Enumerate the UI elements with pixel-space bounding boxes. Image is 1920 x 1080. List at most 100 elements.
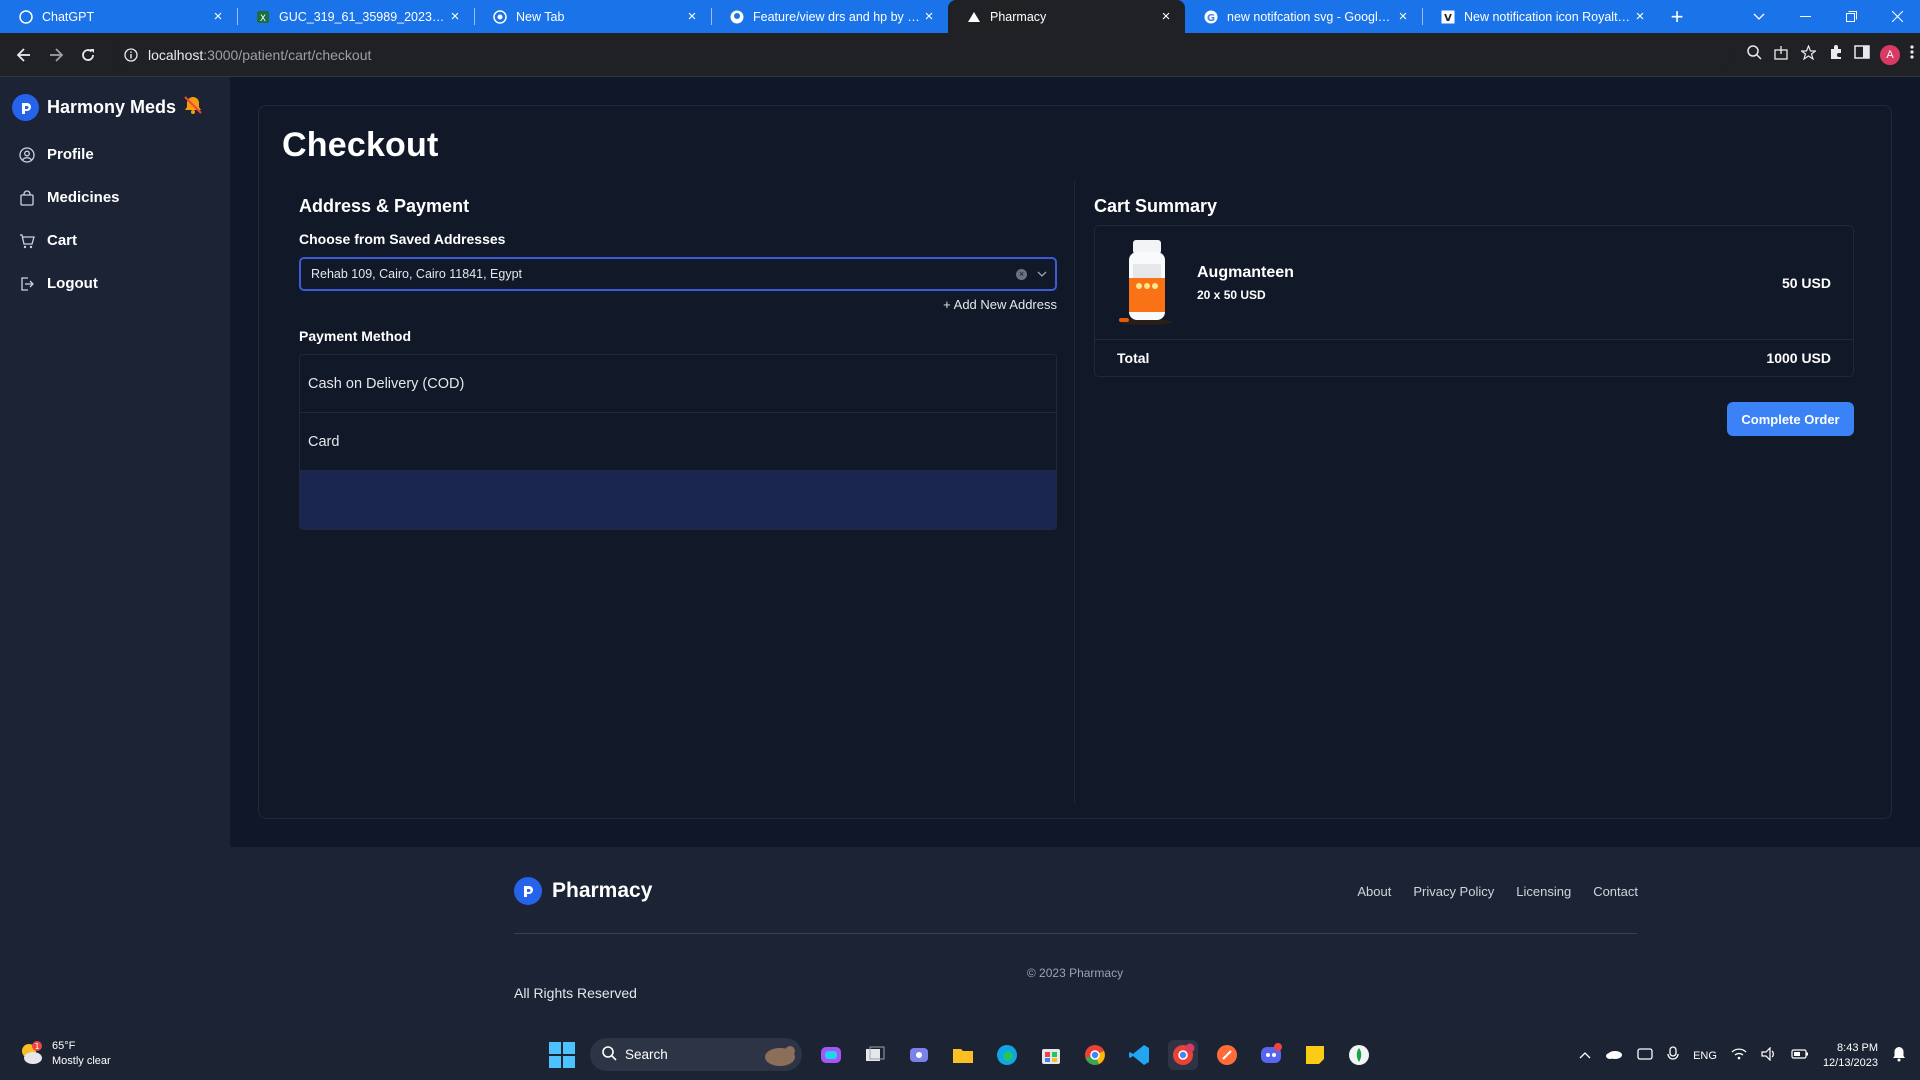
file-explorer-icon[interactable] [948, 1040, 978, 1070]
teams-icon[interactable] [904, 1040, 934, 1070]
sidebar-nav: Profile Medicines Cart Logout [18, 133, 120, 305]
close-tab-icon[interactable]: × [1631, 9, 1649, 24]
sidebar-item-medicines[interactable]: Medicines [18, 176, 120, 219]
onedrive-icon[interactable] [1605, 1048, 1623, 1063]
sticky-notes-icon[interactable] [1300, 1040, 1330, 1070]
user-circle-icon [18, 146, 36, 163]
sidebar-item-label: Profile [47, 146, 94, 163]
sync-icon[interactable] [1637, 1046, 1653, 1065]
sidebar-item-label: Medicines [47, 189, 120, 206]
tab-title: GUC_319_61_35989_2023-10-0 [279, 9, 446, 24]
volume-icon[interactable] [1761, 1046, 1777, 1064]
moon-cloud-icon: 1 [18, 1041, 44, 1067]
side-panel-icon[interactable] [1854, 44, 1870, 65]
notification-icon[interactable] [1892, 1046, 1906, 1065]
payment-option-selected[interactable] [300, 471, 1056, 529]
extensions-icon[interactable] [1828, 44, 1844, 65]
chrome-app-icon[interactable] [1080, 1040, 1110, 1070]
chevron-up-icon[interactable] [1579, 1050, 1591, 1062]
copilot-icon[interactable] [816, 1040, 846, 1070]
sidebar-brand[interactable]: Harmony Meds [12, 94, 204, 121]
total-value: 1000 USD [1766, 350, 1831, 366]
sidebar-item-logout[interactable]: Logout [18, 262, 120, 305]
browser-tab-active[interactable]: Pharmacy × [948, 0, 1185, 33]
checkout-panel: Checkout Address & Payment Choose from S… [258, 105, 1892, 819]
task-view-icon[interactable] [860, 1040, 890, 1070]
chrome-profile-icon[interactable] [1168, 1039, 1198, 1070]
taskbar-search[interactable]: Search [590, 1038, 802, 1071]
profile-avatar[interactable]: A [1880, 44, 1900, 65]
tab-title: ChatGPT [42, 9, 95, 24]
browser-tab[interactable]: Feature/view drs and hp by abc × [711, 0, 948, 33]
close-tab-icon[interactable]: × [1394, 9, 1412, 24]
footer-link-contact[interactable]: Contact [1593, 884, 1638, 899]
browser-tab[interactable]: X GUC_319_61_35989_2023-10-0 × [237, 0, 474, 33]
reload-icon[interactable] [72, 39, 104, 71]
tab-title: New notification icon Royalty F [1464, 9, 1631, 24]
new-tab-icon[interactable]: + [1659, 0, 1695, 33]
close-tab-icon[interactable]: × [683, 9, 701, 24]
add-new-address-link[interactable]: + Add New Address [299, 297, 1057, 312]
address-payment-section: Address & Payment Choose from Saved Addr… [299, 196, 1057, 530]
address-select[interactable]: Rehab 109, Cairo, Cairo 11841, Egypt × [299, 257, 1057, 291]
postman-icon[interactable] [1212, 1040, 1242, 1070]
browser-tab[interactable]: New Tab × [474, 0, 711, 33]
sidebar-item-cart[interactable]: Cart [18, 219, 120, 262]
edge-icon[interactable] [992, 1040, 1022, 1070]
sidebar-item-label: Cart [47, 232, 78, 249]
footer-link-about[interactable]: About [1357, 884, 1391, 899]
restore-icon[interactable] [1828, 0, 1874, 33]
close-tab-icon[interactable]: × [1157, 9, 1175, 24]
close-tab-icon[interactable]: × [920, 9, 938, 24]
footer-link-privacy[interactable]: Privacy Policy [1413, 884, 1494, 899]
payment-option-cod[interactable]: Cash on Delivery (COD) [300, 355, 1056, 413]
close-tab-icon[interactable]: × [446, 9, 464, 24]
clock-date: 12/13/2023 [1822, 1056, 1878, 1069]
bookmark-star-icon[interactable] [1799, 43, 1818, 65]
triangle-icon [966, 9, 981, 24]
product-name: Augmanteen [1197, 263, 1294, 281]
zoom-icon[interactable] [1747, 44, 1762, 65]
browser-tab[interactable]: ChatGPT × [0, 0, 237, 33]
browser-tab[interactable]: G new notifcation svg - Google S × [1185, 0, 1422, 33]
browser-tab[interactable]: V New notification icon Royalty F × [1422, 0, 1659, 33]
microphone-icon[interactable] [1667, 1046, 1679, 1065]
payment-method-list: Cash on Delivery (COD) Card [299, 354, 1057, 530]
mongodb-icon[interactable] [1344, 1040, 1374, 1070]
clear-selection-icon[interactable]: × [1016, 268, 1027, 280]
minimize-icon[interactable] [1782, 0, 1828, 33]
discord-icon[interactable] [1256, 1040, 1286, 1070]
taskbar-clock[interactable]: 8:43 PM 12/13/2023 [1823, 1041, 1878, 1071]
complete-order-button[interactable]: Complete Order [1727, 402, 1854, 436]
tab-search-icon[interactable] [1736, 0, 1782, 33]
language-indicator[interactable]: ENG [1693, 1050, 1717, 1062]
close-window-icon[interactable] [1874, 0, 1920, 33]
notification-bell-icon[interactable] [182, 94, 204, 121]
section-title: Address & Payment [299, 196, 470, 216]
wifi-icon[interactable] [1731, 1048, 1747, 1063]
chrome-menu-icon[interactable] [1910, 44, 1914, 65]
footer-rights: All Rights Reserved [514, 985, 637, 1001]
chevron-down-icon[interactable] [1037, 271, 1047, 277]
browser-tab-strip: ChatGPT × X GUC_319_61_35989_2023-10-0 ×… [0, 0, 1920, 33]
close-tab-icon[interactable]: × [209, 9, 227, 24]
product-price: 50 USD [1781, 274, 1831, 291]
product-bottle-image [1115, 238, 1177, 328]
site-info-icon[interactable] [124, 47, 138, 62]
back-arrow-icon[interactable] [8, 39, 40, 71]
saved-addresses-label: Choose from Saved Addresses [299, 231, 506, 247]
vscode-icon[interactable] [1124, 1040, 1154, 1070]
windows-start-icon[interactable] [548, 1041, 576, 1069]
forward-arrow-icon[interactable] [40, 39, 72, 71]
footer-link-licensing[interactable]: Licensing [1516, 884, 1571, 899]
address-bar[interactable]: localhost:3000/patient/cart/checkout [112, 38, 1735, 71]
payment-option-card[interactable]: Card [300, 413, 1056, 471]
weather-widget[interactable]: 1 65°F Mostly clear [18, 1039, 111, 1069]
page-title: Checkout [282, 126, 439, 164]
battery-icon[interactable] [1791, 1048, 1809, 1063]
footer-brand[interactable]: Pharmacy [514, 877, 652, 905]
store-icon[interactable] [1036, 1040, 1066, 1070]
share-icon[interactable] [1774, 45, 1789, 65]
clock-time: 8:43 PM [1837, 1041, 1878, 1054]
sidebar-item-profile[interactable]: Profile [18, 133, 120, 176]
